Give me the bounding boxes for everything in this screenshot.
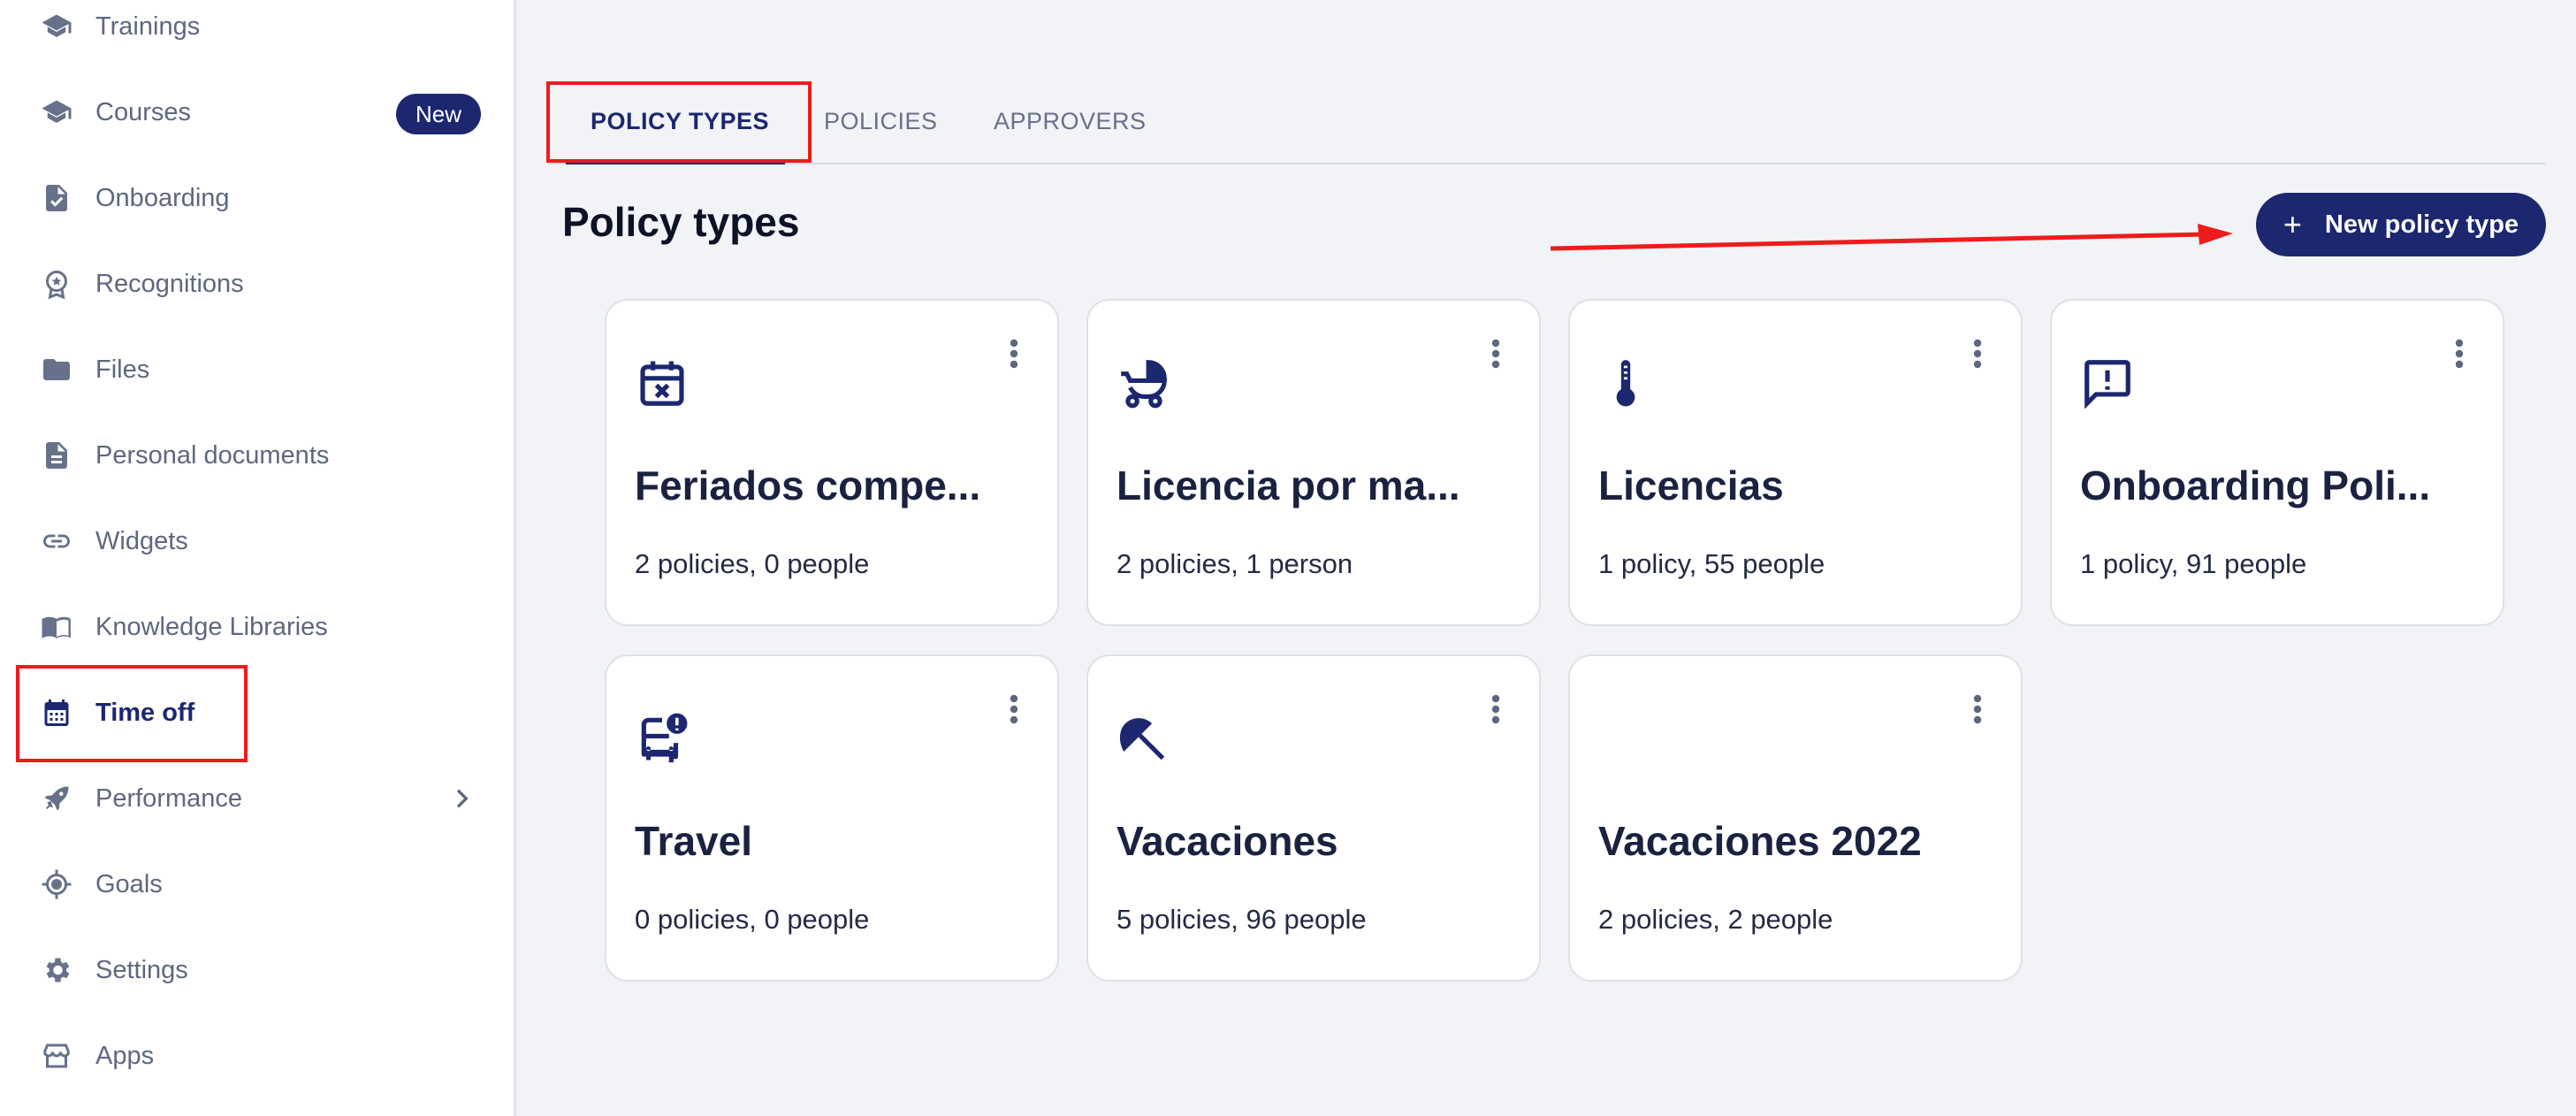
beach-umbrella-icon xyxy=(1117,711,1171,766)
sidebar-item-personal-documents[interactable]: Personal documents xyxy=(0,420,516,491)
card-title: Feriados compe... xyxy=(635,462,981,508)
more-options-icon[interactable] xyxy=(1008,693,1020,725)
sidebar-item-label: Personal documents xyxy=(95,440,330,470)
card-title: Licencia por ma... xyxy=(1117,462,1460,508)
card-subtitle: 0 policies, 0 people xyxy=(635,904,870,935)
sidebar-item-label: Settings xyxy=(95,955,188,984)
sidebar: Trainings Courses New Onboarding Recogni… xyxy=(0,0,516,1116)
sidebar-item-widgets[interactable]: Widgets xyxy=(0,506,516,577)
active-tab-indicator xyxy=(566,161,785,164)
new-policy-type-button[interactable]: + New policy type xyxy=(2256,193,2546,256)
sidebar-item-label: Performance xyxy=(95,783,243,813)
sidebar-item-label: Files xyxy=(95,355,150,384)
more-options-icon[interactable] xyxy=(1490,693,1502,725)
card-subtitle: 2 policies, 2 people xyxy=(1598,904,1833,935)
graduation-cap-icon xyxy=(41,11,72,42)
sidebar-item-label: Widgets xyxy=(95,526,188,555)
sidebar-item-recognitions[interactable]: Recognitions xyxy=(0,248,516,319)
new-badge: New xyxy=(396,94,482,134)
message-alert-icon xyxy=(2080,355,2135,410)
sidebar-item-label: Trainings xyxy=(95,11,201,41)
sidebar-item-settings[interactable]: Settings xyxy=(0,935,516,1005)
tab-bar: POLICY TYPES POLICIES APPROVERS xyxy=(548,85,2546,164)
sidebar-item-label: Courses xyxy=(95,97,191,126)
more-options-icon[interactable] xyxy=(1490,338,1502,370)
card-subtitle: 2 policies, 0 people xyxy=(635,548,870,579)
policy-type-card[interactable]: Licencia por ma... 2 policies, 1 person xyxy=(1086,299,1541,626)
card-title: Vacaciones xyxy=(1117,818,1338,864)
more-options-icon[interactable] xyxy=(1008,338,1020,370)
sidebar-item-apps[interactable]: Apps xyxy=(0,1020,516,1091)
card-subtitle: 2 policies, 1 person xyxy=(1117,548,1353,579)
bus-alert-icon xyxy=(635,711,690,766)
calendar-icon xyxy=(41,697,72,729)
link-icon xyxy=(41,525,72,557)
sidebar-item-knowledge-libraries[interactable]: Knowledge Libraries xyxy=(0,592,516,662)
sidebar-item-onboarding[interactable]: Onboarding xyxy=(0,163,516,233)
card-title: Vacaciones 2022 xyxy=(1598,818,1922,864)
card-subtitle: 5 policies, 96 people xyxy=(1117,904,1367,935)
graduation-cap-icon xyxy=(41,96,72,128)
sidebar-item-courses[interactable]: Courses New xyxy=(0,77,516,148)
sidebar-item-trainings[interactable]: Trainings xyxy=(0,0,516,62)
sidebar-item-label: Onboarding xyxy=(95,183,230,212)
card-subtitle: 1 policy, 55 people xyxy=(1598,548,1825,579)
sidebar-item-label: Apps xyxy=(95,1041,155,1070)
store-icon xyxy=(41,1040,72,1072)
sidebar-item-label: Knowledge Libraries xyxy=(95,612,328,641)
sidebar-item-goals[interactable]: Goals xyxy=(0,849,516,920)
page-title: Policy types xyxy=(562,199,800,245)
target-icon xyxy=(41,868,72,900)
calendar-x-icon xyxy=(635,355,690,410)
book-icon xyxy=(41,611,72,643)
sidebar-item-label: Recognitions xyxy=(95,269,244,298)
card-title: Travel xyxy=(635,818,752,864)
plus-icon: + xyxy=(2283,206,2302,242)
policy-type-card[interactable]: Vacaciones 2022 2 policies, 2 people xyxy=(1568,654,2023,982)
more-options-icon[interactable] xyxy=(1971,693,1984,725)
chevron-right-icon xyxy=(456,789,469,808)
sidebar-item-files[interactable]: Files xyxy=(0,334,516,405)
tab-approvers[interactable]: APPROVERS xyxy=(994,108,1147,135)
stroller-icon xyxy=(1117,355,1171,410)
card-title: Onboarding Poli... xyxy=(2080,462,2431,508)
document-check-icon xyxy=(41,182,72,214)
thermometer-icon xyxy=(1598,355,1653,410)
policy-type-card[interactable]: Feriados compe... 2 policies, 0 people xyxy=(605,299,1059,626)
document-icon xyxy=(41,440,72,471)
sidebar-item-label: Goals xyxy=(95,869,163,898)
policy-type-card[interactable]: Travel 0 policies, 0 people xyxy=(605,654,1059,982)
card-subtitle: 1 policy, 91 people xyxy=(2080,548,2307,579)
rocket-icon xyxy=(41,783,72,814)
annotation-arrow xyxy=(1550,224,2233,251)
sidebar-item-label: Time off xyxy=(95,698,195,727)
gear-icon xyxy=(41,954,72,986)
sidebar-item-time-off[interactable]: Time off xyxy=(0,677,516,748)
new-policy-type-label: New policy type xyxy=(2324,210,2519,239)
policy-type-card[interactable]: Onboarding Poli... 1 policy, 91 people xyxy=(2050,299,2504,626)
tab-policies[interactable]: POLICIES xyxy=(824,108,938,135)
more-options-icon[interactable] xyxy=(2453,338,2465,370)
award-badge-icon xyxy=(41,268,72,300)
card-title: Licencias xyxy=(1598,462,1784,508)
folder-icon xyxy=(41,354,72,386)
tab-policy-types[interactable]: POLICY TYPES xyxy=(591,108,769,135)
sidebar-item-performance[interactable]: Performance xyxy=(0,763,516,834)
policy-type-card[interactable]: Licencias 1 policy, 55 people xyxy=(1568,299,2023,626)
more-options-icon[interactable] xyxy=(1971,338,1984,370)
policy-type-card[interactable]: Vacaciones 5 policies, 96 people xyxy=(1086,654,1541,982)
